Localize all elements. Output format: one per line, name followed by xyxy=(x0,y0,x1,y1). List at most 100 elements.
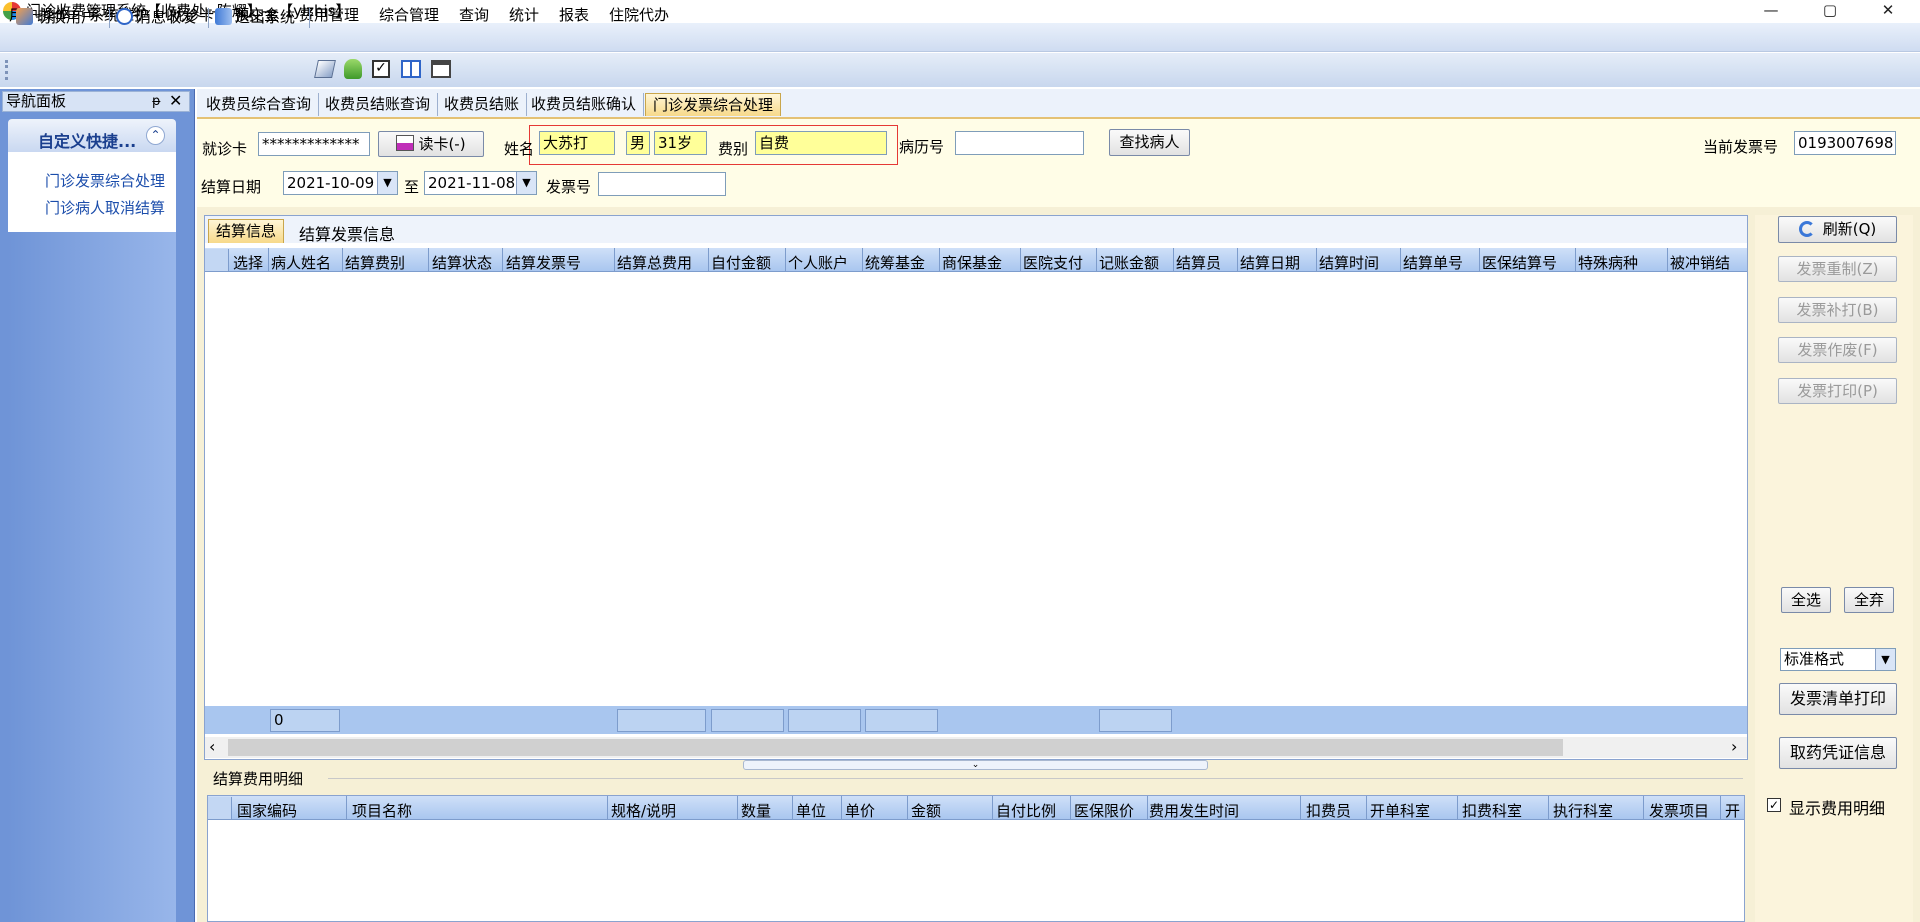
column-separator xyxy=(268,248,269,272)
col-quantity[interactable]: 数量 xyxy=(741,800,771,821)
col-settle-no[interactable]: 结算单号 xyxy=(1403,252,1463,273)
tab-settlement-invoice-info[interactable]: 结算发票信息 xyxy=(299,221,395,245)
switch-user-button[interactable]: 切换用户 xyxy=(16,6,96,28)
dropdown-arrow-icon[interactable]: ▼ xyxy=(377,172,397,194)
menu-inpatient-agent[interactable]: 住院代办 xyxy=(609,6,669,24)
splitter-handle[interactable]: ⌄ xyxy=(743,760,1208,770)
patient-age-field[interactable]: 31岁 xyxy=(654,131,707,155)
plant-icon[interactable] xyxy=(344,59,362,79)
col-settle-date[interactable]: 结算日期 xyxy=(1240,252,1300,273)
column-separator xyxy=(785,248,786,272)
exit-system-button[interactable]: 退出系统 xyxy=(215,6,295,28)
col-ledger-amount[interactable]: 记账金额 xyxy=(1099,252,1159,273)
window-icon[interactable] xyxy=(431,60,451,78)
col-invoice-item[interactable]: 发票项目 xyxy=(1649,800,1709,821)
void-invoice-button[interactable]: 发票作废(F) xyxy=(1778,337,1897,363)
col-exec-dept[interactable]: 执行科室 xyxy=(1553,800,1613,821)
pickup-voucher-button[interactable]: 取药凭证信息 xyxy=(1779,737,1897,769)
col-insurance-no[interactable]: 医保结算号 xyxy=(1482,252,1557,273)
col-spec[interactable]: 规格/说明 xyxy=(611,800,676,821)
card-number-input[interactable]: ************* xyxy=(258,132,370,156)
nav-close-icon[interactable]: ✕ xyxy=(169,91,182,110)
col-select[interactable]: 选择 xyxy=(233,252,263,273)
menu-stats[interactable]: 统计 xyxy=(509,6,539,24)
maximize-button[interactable]: ▢ xyxy=(1807,0,1853,22)
find-patient-button[interactable]: 查找病人 xyxy=(1109,129,1190,156)
menu-general-mgmt[interactable]: 综合管理 xyxy=(379,6,439,24)
scroll-right-icon[interactable]: › xyxy=(1731,737,1737,757)
col-settle-time[interactable]: 结算时间 xyxy=(1319,252,1379,273)
col-patient-name[interactable]: 病人姓名 xyxy=(271,252,331,273)
menu-fee-mgmt[interactable]: 费用管理 xyxy=(299,6,359,24)
col-total[interactable]: 结算总费用 xyxy=(617,252,692,273)
col-fee-type[interactable]: 结算费别 xyxy=(345,252,405,273)
toolbar-separator xyxy=(208,8,209,28)
print-invoice-button[interactable]: 发票打印(P) xyxy=(1778,378,1897,404)
column-separator xyxy=(346,796,347,820)
reprint-invoice-button[interactable]: 发票补打(B) xyxy=(1778,297,1897,323)
nav-item-invoice-processing[interactable]: 门诊发票综合处理 xyxy=(45,170,165,191)
tab-invoice-processing[interactable]: 门诊发票综合处理 xyxy=(645,93,782,116)
col-settler[interactable]: 结算员 xyxy=(1176,252,1221,273)
edit-icon[interactable] xyxy=(314,60,336,78)
tab-settlement-confirm[interactable]: 收费员结账确认 xyxy=(524,93,645,116)
refresh-button[interactable]: 刷新(Q) xyxy=(1778,216,1897,243)
col-fee-time[interactable]: 费用发生时间 xyxy=(1149,800,1239,821)
columns-icon[interactable] xyxy=(401,60,421,78)
col-status[interactable]: 结算状态 xyxy=(432,252,492,273)
col-national-code[interactable]: 国家编码 xyxy=(237,800,297,821)
col-charging-dept[interactable]: 扣费科室 xyxy=(1462,800,1522,821)
col-invoice-no[interactable]: 结算发票号 xyxy=(506,252,581,273)
invoice-number-input[interactable] xyxy=(598,172,726,196)
col-reversed[interactable]: 被冲销结 xyxy=(1670,252,1746,273)
column-separator xyxy=(907,796,908,820)
tab-cashier-settlement-query[interactable]: 收费员结账查询 xyxy=(318,93,439,116)
close-button[interactable]: ✕ xyxy=(1865,0,1911,22)
current-invoice-field[interactable]: 0193007698 xyxy=(1794,131,1896,155)
scrollbar-thumb[interactable] xyxy=(228,739,1563,756)
collapse-icon[interactable]: ⌃ xyxy=(146,126,165,145)
tab-cashier-query[interactable]: 收费员综合查询 xyxy=(199,93,320,116)
minimize-button[interactable]: — xyxy=(1748,0,1794,22)
col-hospital-pay[interactable]: 医院支付 xyxy=(1023,252,1083,273)
print-invoice-list-button[interactable]: 发票清单打印 xyxy=(1779,683,1897,715)
col-unit-price[interactable]: 单价 xyxy=(845,800,875,821)
column-separator xyxy=(841,796,842,820)
col-pooled-fund[interactable]: 统筹基金 xyxy=(865,252,925,273)
col-item-name[interactable]: 项目名称 xyxy=(352,800,412,821)
show-detail-checkbox[interactable]: ✓ xyxy=(1767,798,1781,812)
patient-gender-field[interactable]: 男 xyxy=(626,131,650,155)
col-self-pay[interactable]: 自付金额 xyxy=(711,252,771,273)
tab-cashier-settlement[interactable]: 收费员结账 xyxy=(437,93,528,116)
col-more[interactable]: 开 xyxy=(1725,800,1743,821)
col-self-pay-ratio[interactable]: 自付比例 xyxy=(996,800,1056,821)
col-unit[interactable]: 单位 xyxy=(796,800,826,821)
column-separator xyxy=(1070,796,1071,820)
col-special-disease[interactable]: 特殊病种 xyxy=(1578,252,1638,273)
scroll-left-icon[interactable]: ‹ xyxy=(209,737,215,757)
reissue-invoice-button[interactable]: 发票重制(Z) xyxy=(1778,256,1897,282)
patient-name-field[interactable]: 大苏打 xyxy=(539,131,615,155)
col-commercial-fund[interactable]: 商保基金 xyxy=(942,252,1019,273)
read-card-button[interactable]: 读卡(-) xyxy=(378,131,484,157)
col-insurance-limit[interactable]: 医保限价 xyxy=(1074,800,1146,821)
deselect-all-button[interactable]: 全弃 xyxy=(1844,587,1894,613)
col-amount[interactable]: 金额 xyxy=(911,800,941,821)
tab-settlement-info[interactable]: 结算信息 xyxy=(208,219,285,243)
row-indicator-header xyxy=(208,797,232,819)
messages-button[interactable]: 消息收发 xyxy=(116,6,196,28)
menu-reports[interactable]: 报表 xyxy=(559,6,589,24)
nav-item-cancel-settlement[interactable]: 门诊病人取消结算 xyxy=(45,197,165,218)
dropdown-arrow-icon[interactable]: ▼ xyxy=(516,172,536,194)
checkbox-icon[interactable]: ✓ xyxy=(372,60,390,78)
menu-query[interactable]: 查询 xyxy=(459,6,489,24)
col-charger[interactable]: 扣费员 xyxy=(1306,800,1351,821)
col-ordering-dept[interactable]: 开单科室 xyxy=(1370,800,1430,821)
fee-type-field[interactable]: 自费 xyxy=(755,131,887,155)
column-separator xyxy=(708,248,709,272)
select-all-button[interactable]: 全选 xyxy=(1781,587,1831,613)
col-personal-account[interactable]: 个人账户 xyxy=(788,252,848,273)
dropdown-arrow-icon[interactable]: ▼ xyxy=(1875,649,1895,670)
pin-icon[interactable]: ᵽ xyxy=(152,92,161,111)
record-number-input[interactable] xyxy=(955,131,1084,155)
